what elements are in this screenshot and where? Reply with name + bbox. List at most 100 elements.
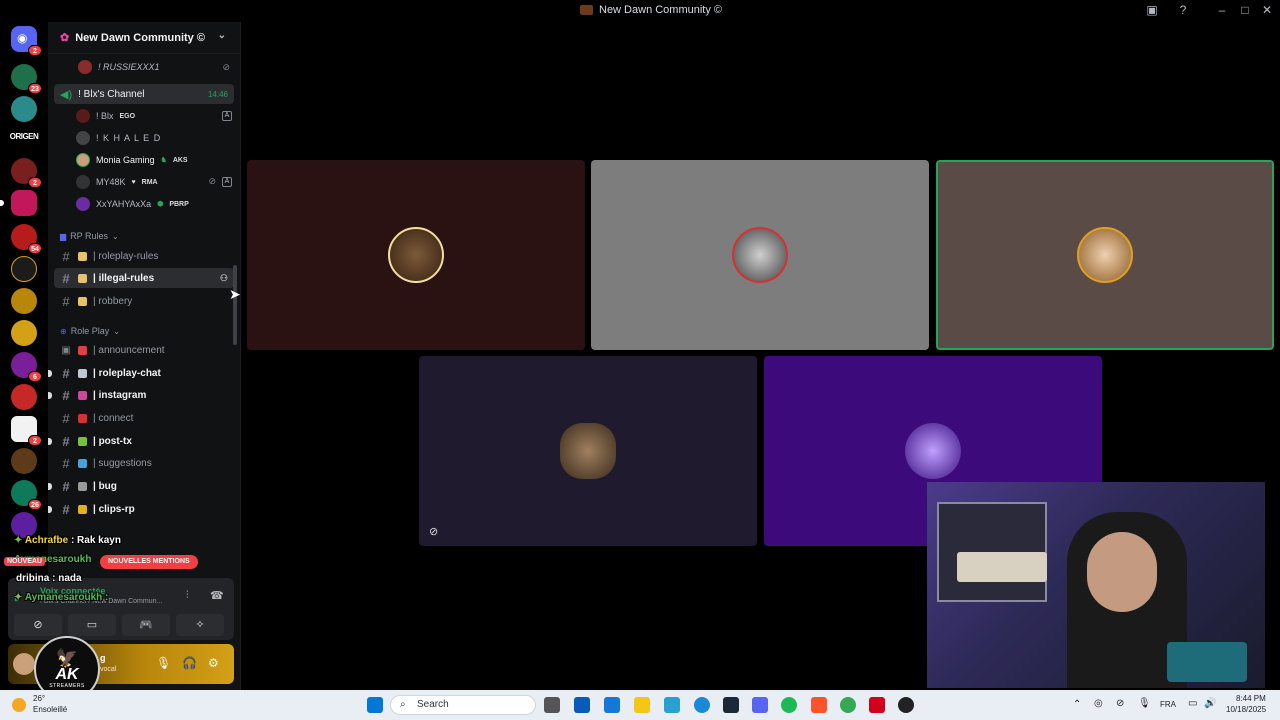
voice-user-item[interactable]: ! RUSSIEXXX1	[78, 57, 160, 77]
discord-icon[interactable]	[752, 697, 768, 713]
new-mentions-pill[interactable]: NOUVELLES MENTIONS	[100, 555, 198, 569]
obs-icon[interactable]	[898, 697, 914, 713]
channel-illegal-rules[interactable]: # | illegal-rules ⚇	[54, 268, 234, 288]
channel-announcement[interactable]: ▣ | announcement	[54, 340, 234, 360]
voice-user-item[interactable]: ! K H A L E D	[76, 128, 161, 148]
unread-indicator	[48, 369, 52, 377]
voice-user-item[interactable]: Monia Gaming ♞ AKS	[76, 150, 188, 170]
camera-off-button[interactable]: ⊘	[14, 614, 62, 636]
close-button[interactable]: ✕	[1259, 3, 1275, 17]
language-indicator[interactable]: FRA	[1160, 700, 1176, 709]
masks-emoji	[78, 458, 87, 468]
channel-instagram[interactable]: # | instagram	[48, 385, 234, 405]
channel-clips-rp[interactable]: # | clips-rp	[48, 499, 234, 519]
file-explorer-icon[interactable]	[634, 697, 650, 713]
help-icon[interactable]: ?	[1175, 3, 1191, 17]
sidebar-scrollbar[interactable]	[233, 265, 237, 345]
activities-button[interactable]: 🎮	[122, 614, 170, 636]
network-tray-icon[interactable]: ◎	[1094, 698, 1103, 709]
server-icon[interactable]: 54	[11, 224, 42, 254]
tray-icon[interactable]: ⊘	[1116, 698, 1124, 709]
search-icon: ⌕	[400, 699, 406, 710]
server-icon[interactable]	[11, 320, 37, 346]
server-icon[interactable]: 2	[11, 416, 42, 446]
server-icon[interactable]	[0, 190, 37, 216]
channel-robbery[interactable]: # | robbery	[54, 291, 234, 311]
aks-tag: ♞	[160, 157, 167, 164]
unread-indicator	[48, 437, 52, 445]
channel-roleplay-chat[interactable]: # | roleplay-chat	[48, 363, 234, 383]
voice-user-item[interactable]: ! Blx EGO	[76, 106, 135, 126]
avatar	[76, 153, 90, 167]
share-screen-button[interactable]: ▭	[68, 614, 116, 636]
avatar[interactable]	[13, 653, 35, 675]
voice-user-item[interactable]: XxYAHYAxXa ⬢ PBRP	[76, 194, 189, 214]
store-icon[interactable]	[574, 697, 590, 713]
server-icon[interactable]	[11, 256, 37, 282]
soundboard-button[interactable]: ✧	[176, 614, 224, 636]
channel-roleplay-rules[interactable]: # | roleplay-rules	[54, 246, 234, 266]
steam-icon[interactable]	[723, 697, 739, 713]
display-tray-icon[interactable]: ▭	[1188, 698, 1197, 709]
copilot-icon[interactable]	[664, 697, 680, 713]
channel-post-tx[interactable]: # | post-tx	[48, 431, 234, 451]
microphone-icon[interactable]: 🎙	[156, 656, 171, 670]
video-tile[interactable]	[591, 160, 929, 350]
headphones-icon[interactable]: 🎧	[182, 656, 197, 670]
server-icon[interactable]: 6	[11, 352, 42, 382]
chevron-up-icon[interactable]: ⌃	[1073, 699, 1081, 710]
outlook-icon[interactable]	[604, 697, 620, 713]
server-icon[interactable]: 26	[11, 480, 42, 510]
brave-icon[interactable]	[811, 697, 827, 713]
scroll-emoji	[78, 273, 87, 283]
hash-icon: #	[62, 410, 70, 426]
server-icon[interactable]: 23	[11, 64, 42, 94]
streamer-webcam	[927, 482, 1265, 688]
noise-suppression-icon[interactable]: ⫶	[186, 590, 189, 601]
video-tile-speaking[interactable]	[936, 160, 1274, 350]
pin-emoji	[78, 413, 87, 423]
minimize-button[interactable]: –	[1214, 3, 1230, 17]
discord-home-icon[interactable]: ◉ 2	[11, 26, 42, 56]
heart-icon: ♥	[131, 178, 136, 186]
inbox-icon[interactable]: ▣	[1144, 3, 1160, 17]
muted-mic-icon: ⊘	[429, 526, 439, 538]
server-icon[interactable]	[11, 384, 37, 410]
clock-time[interactable]: 8:44 PM	[1236, 694, 1266, 703]
edge-icon[interactable]	[694, 697, 710, 713]
settings-gear-icon[interactable]: ⚙	[208, 656, 219, 670]
weather-temp[interactable]: 26°	[33, 694, 45, 703]
app-icon[interactable]	[869, 697, 885, 713]
disconnect-icon[interactable]: ☎	[210, 589, 224, 602]
windows-start-icon[interactable]	[367, 697, 383, 713]
chrome-icon[interactable]	[840, 697, 856, 713]
selected-indicator	[0, 200, 4, 206]
taskbar-search[interactable]: ⌕ Search	[390, 695, 536, 715]
server-icon[interactable]	[11, 96, 37, 122]
volume-icon[interactable]: 🔊	[1204, 698, 1216, 709]
category-rp-rules[interactable]: ▆ RP Rules ⌄	[60, 231, 119, 241]
server-header[interactable]: ✿ New Dawn Community © ⌄	[48, 22, 240, 54]
notification-badge: 2	[28, 45, 42, 56]
task-view-icon[interactable]	[544, 697, 560, 713]
channel-connect[interactable]: # | connect	[54, 408, 234, 428]
video-tile[interactable]: ⊘	[419, 356, 757, 546]
microphone-tray-icon[interactable]: 🎙	[1138, 698, 1151, 709]
desk-light	[1167, 642, 1247, 682]
server-icon[interactable]	[11, 288, 37, 314]
channel-suggestions[interactable]: # | suggestions	[54, 453, 234, 473]
chevron-down-icon: ⌄	[112, 231, 119, 241]
server-origen[interactable]: ORIGEN	[8, 132, 40, 141]
voice-user-item[interactable]: MY48K ♥ RMA	[76, 172, 158, 192]
clock-date[interactable]: 10/18/2025	[1226, 705, 1266, 714]
server-icon[interactable]: 2	[11, 158, 42, 188]
server-icon[interactable]	[11, 448, 37, 474]
pbrp-tag-icon: ⬢	[157, 201, 164, 208]
add-member-icon[interactable]: ⚇	[220, 273, 228, 284]
spotify-icon[interactable]	[781, 697, 797, 713]
category-role-play[interactable]: ⊕ Role Play ⌄	[60, 326, 120, 336]
maximize-button[interactable]: □	[1237, 3, 1253, 17]
voice-channel-blx[interactable]: ◀) ! Blx's Channel 14:46	[54, 84, 234, 104]
video-tile[interactable]	[247, 160, 585, 350]
channel-bug[interactable]: # | bug	[48, 476, 234, 496]
